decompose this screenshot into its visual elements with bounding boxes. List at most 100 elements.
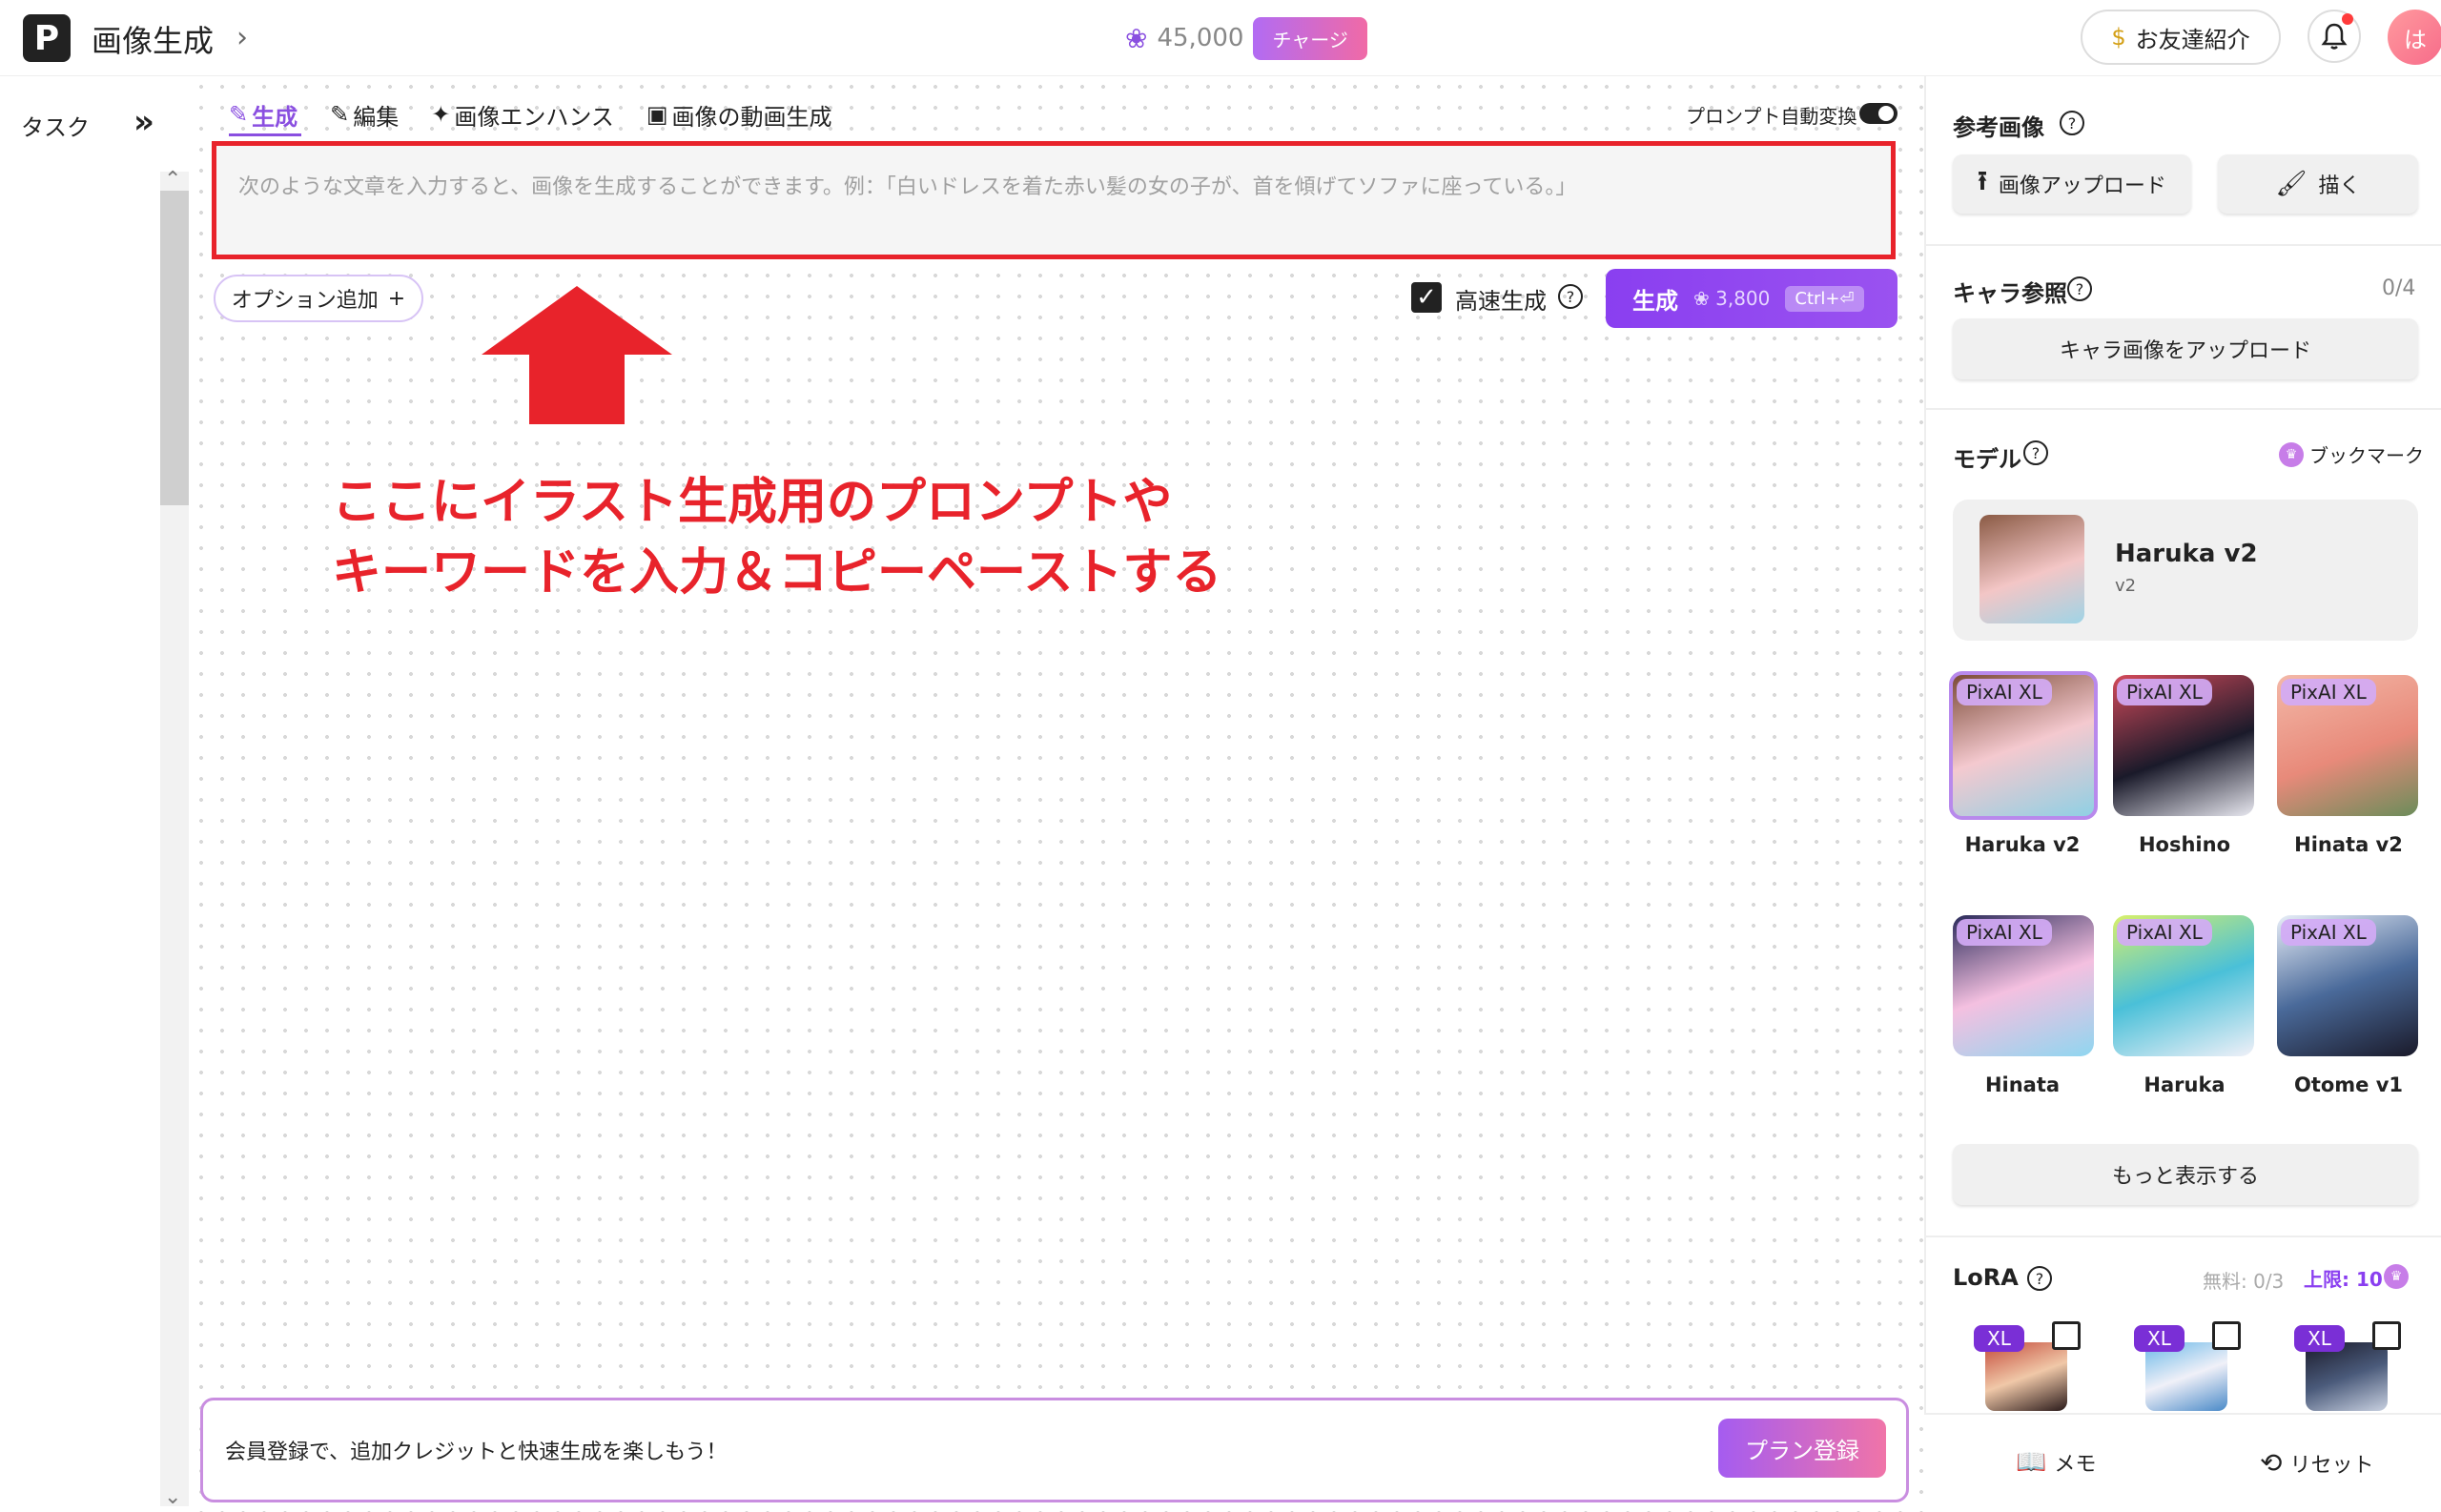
reset-icon: ⟲ (2260, 1447, 2283, 1479)
bookmark-label: ブックマーク (2309, 444, 2424, 467)
model-tile[interactable]: PixAI XL (2277, 675, 2418, 816)
lora-free-count: 無料: 0/3 (2203, 1270, 2285, 1293)
model-title: モデル (1953, 446, 2021, 473)
lora-tile[interactable]: XL (1974, 1321, 2081, 1411)
model-tile[interactable]: PixAI XL (2277, 915, 2418, 1056)
lora-limit: 上限: 10 (2304, 1268, 2383, 1291)
model-badge: PixAI XL (1957, 679, 2052, 705)
lora-thumbnail (2145, 1342, 2227, 1411)
current-model-version: v2 (2115, 576, 2137, 596)
memo-button[interactable]: 📖 メモ (2016, 1447, 2096, 1478)
annotation-line-2: キーワードを入力＆コピーペーストする (332, 544, 1222, 602)
bookmark-button[interactable]: ♛ ブックマーク (2279, 440, 2424, 468)
plan-signup-button[interactable]: プラン登録 (1718, 1419, 1886, 1478)
help-icon[interactable]: ? (1558, 284, 1583, 309)
mode-tabs: ✎ 生成 ✎ 編集 ✦ 画像エンハンス ▣ 画像の動画生成 (229, 95, 865, 133)
generate-button[interactable]: 生成 ❀ 3,800 Ctrl+⏎ (1606, 269, 1897, 328)
model-name: Haruka v2 (1964, 833, 2081, 856)
charge-button[interactable]: チャージ (1253, 16, 1367, 60)
promo-text: 会員登録で、追加クレジットと快速生成を楽しもう！ (225, 1440, 728, 1464)
plus-icon: + (387, 286, 406, 311)
current-model-thumbnail (1979, 515, 2084, 623)
help-icon[interactable]: ? (2060, 111, 2084, 135)
draw-button[interactable]: 🖌 描く (2218, 154, 2418, 214)
show-more-button[interactable]: もっと表示する (1953, 1144, 2418, 1205)
tab-video[interactable]: ▣ 画像の動画生成 (646, 98, 832, 132)
crown-icon: ♛ (2279, 441, 2304, 467)
model-name: Hinata (1984, 1073, 2061, 1096)
upload-character-button[interactable]: キャラ画像をアップロード (1953, 318, 2418, 379)
prompt-input[interactable] (238, 168, 1859, 206)
sparkle-icon: ✦ (431, 101, 451, 128)
lora-badge: XL (2134, 1325, 2185, 1352)
expand-icon[interactable]: » (133, 103, 154, 141)
shortcut-hint: Ctrl+⏎ (1785, 285, 1864, 312)
chevron-right-icon[interactable]: › (236, 21, 248, 54)
annotation-text: ここにイラスト生成用のプロンプトや キーワードを入力＆コピーペーストする (332, 467, 1221, 608)
lora-badge: XL (2294, 1325, 2345, 1352)
notification-dot (2342, 13, 2353, 25)
app-logo[interactable]: P (23, 14, 71, 62)
credit-amount: 45,000 (1157, 24, 1244, 52)
model-badge: PixAI XL (2281, 919, 2376, 946)
user-avatar[interactable]: は (2388, 10, 2441, 65)
help-icon[interactable]: ? (2027, 1266, 2052, 1291)
upload-image-button[interactable]: ⭱ 画像アップロード (1953, 154, 2191, 214)
add-option-button[interactable]: オプション追加 + (214, 275, 423, 322)
tab-label: 生成 (252, 103, 298, 131)
red-arrow-icon (482, 286, 672, 424)
lora-title: LoRA (1953, 1264, 2019, 1291)
memo-label: メモ (2054, 1453, 2097, 1477)
lora-tile[interactable]: XL (2294, 1321, 2401, 1411)
scroll-down-icon[interactable]: ⌄ (164, 1485, 181, 1509)
model-tile[interactable]: PixAI XL (1953, 915, 2094, 1056)
model-name: Haruka (2144, 1073, 2226, 1096)
tab-generate[interactable]: ✎ 生成 (229, 98, 297, 132)
option-label: オプション追加 (231, 289, 379, 313)
money-bag-icon: $ (2111, 24, 2126, 51)
generate-cost: ❀ 3,800 (1693, 287, 1771, 310)
crown-icon: ♛ (2384, 1264, 2409, 1289)
lora-checkbox[interactable] (2372, 1321, 2401, 1350)
auto-convert-label: プロンプト自動変換 (1686, 105, 1857, 128)
reset-label: リセット (2289, 1453, 2374, 1478)
active-tab-indicator (229, 133, 301, 136)
tab-label: 画像の動画生成 (671, 103, 832, 131)
invite-label: お友達紹介 (2135, 26, 2250, 53)
model-tile[interactable]: PixAI XL (2113, 675, 2254, 816)
upload-icon: ⭱ (1978, 165, 1987, 196)
model-tile[interactable]: PixAI XL (1949, 671, 2098, 820)
model-badge: PixAI XL (2117, 919, 2212, 946)
credit-icon: ❀ (1125, 22, 1148, 54)
model-tile[interactable]: PixAI XL (2113, 915, 2254, 1056)
wand-icon: ✎ (229, 101, 249, 128)
lora-tile[interactable]: XL (2134, 1321, 2241, 1411)
tab-enhance[interactable]: ✦ 画像エンハンス (431, 98, 614, 132)
reset-button[interactable]: ⟲ リセット (2260, 1447, 2373, 1479)
brush-icon: 🖌 (2275, 170, 2308, 198)
tab-label: 画像エンハンス (454, 103, 614, 131)
help-icon[interactable]: ? (2067, 276, 2092, 301)
fast-generation-checkbox[interactable]: ✓ (1411, 282, 1442, 313)
notification-bell[interactable] (2308, 10, 2361, 63)
current-model-name: Haruka v2 (2115, 540, 2258, 568)
divider (1924, 408, 2441, 410)
reference-image-title: 参考画像 (1953, 114, 2044, 141)
lora-checkbox[interactable] (2212, 1321, 2241, 1350)
annotation-line-1: ここにイラスト生成用のプロンプトや (332, 474, 1173, 531)
help-icon[interactable]: ? (2023, 440, 2048, 465)
tab-edit[interactable]: ✎ 編集 (330, 98, 399, 132)
scroll-up-icon[interactable]: ⌃ (164, 168, 181, 192)
book-icon: 📖 (2016, 1448, 2047, 1477)
fast-generation-label: 高速生成 (1455, 288, 1547, 315)
toggle-knob (1878, 106, 1894, 121)
lora-thumbnail (1985, 1342, 2067, 1411)
model-name: Hinata v2 (2294, 833, 2403, 856)
lora-thumbnail (2306, 1342, 2388, 1411)
model-name: Hoshino (2138, 833, 2231, 856)
invite-friends-button[interactable]: $ お友達紹介 (2081, 10, 2281, 65)
divider (1924, 244, 2441, 246)
draw-label: 描く (2318, 174, 2361, 198)
lora-checkbox[interactable] (2052, 1321, 2081, 1350)
scrollbar-thumb[interactable] (160, 191, 189, 505)
